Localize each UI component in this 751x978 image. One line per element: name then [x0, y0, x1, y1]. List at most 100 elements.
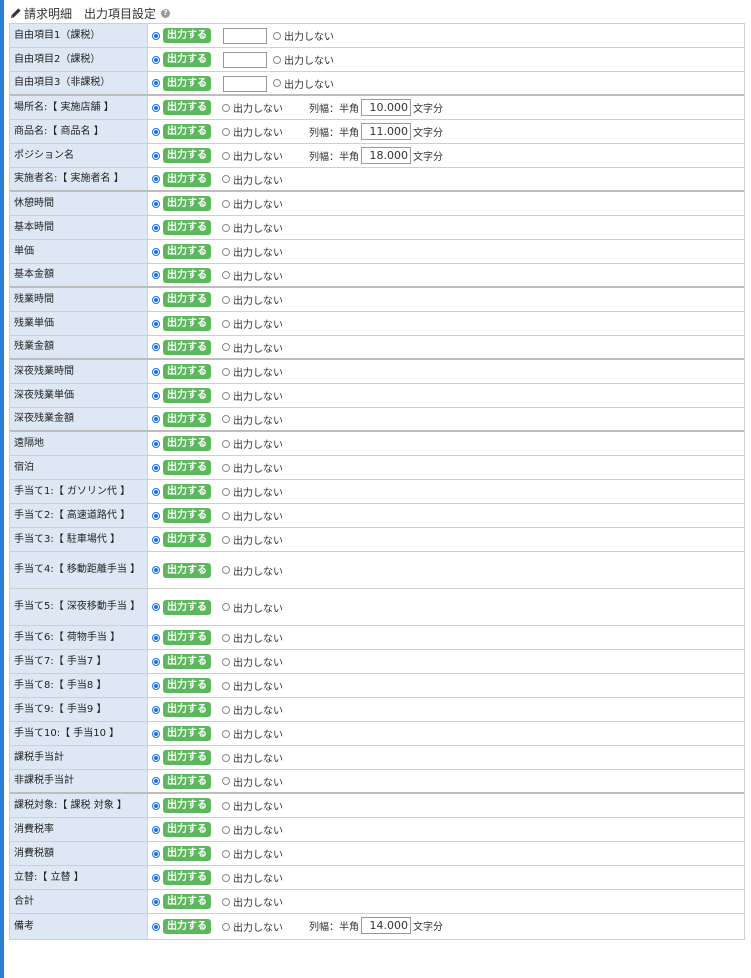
free-item-name-input[interactable] [223, 52, 267, 68]
radio-unselected-icon[interactable] [222, 295, 230, 304]
output-on-option[interactable]: 出力する [152, 726, 211, 741]
radio-unselected-icon[interactable] [222, 223, 230, 232]
output-on-option[interactable]: 出力する [152, 532, 211, 547]
radio-selected-icon[interactable] [152, 271, 160, 279]
radio-selected-icon[interactable] [152, 603, 160, 611]
help-icon[interactable]: ? [161, 8, 171, 18]
output-on-option[interactable]: 出力する [152, 484, 211, 499]
radio-unselected-icon[interactable] [222, 463, 230, 472]
output-on-badge[interactable]: 出力する [163, 364, 211, 379]
radio-selected-icon[interactable] [152, 566, 160, 574]
output-on-option[interactable]: 出力する [152, 460, 211, 475]
output-on-option[interactable]: 出力する [152, 148, 211, 163]
output-on-badge[interactable]: 出力する [163, 630, 211, 645]
radio-selected-icon[interactable] [152, 199, 160, 208]
output-on-badge[interactable]: 出力する [163, 508, 211, 523]
radio-unselected-icon[interactable] [222, 367, 230, 376]
output-on-option[interactable]: 出力する [152, 220, 211, 235]
radio-unselected-icon[interactable] [222, 535, 230, 544]
output-off-option[interactable]: 出力しない [222, 654, 283, 669]
output-on-badge[interactable]: 出力する [163, 678, 211, 693]
output-off-option[interactable]: 出力しない [222, 532, 283, 547]
radio-unselected-icon[interactable] [222, 801, 230, 810]
radio-selected-icon[interactable] [152, 753, 160, 762]
output-on-option[interactable]: 出力する [152, 388, 211, 403]
output-on-option[interactable]: 出力する [152, 75, 211, 91]
radio-selected-icon[interactable] [152, 511, 160, 520]
radio-selected-icon[interactable] [152, 367, 160, 376]
radio-unselected-icon[interactable] [222, 729, 230, 738]
radio-selected-icon[interactable] [152, 79, 160, 87]
output-on-badge[interactable]: 出力する [163, 599, 211, 615]
output-on-option[interactable]: 出力する [152, 292, 211, 307]
radio-selected-icon[interactable] [152, 415, 160, 423]
output-on-badge[interactable]: 出力する [163, 292, 211, 307]
output-on-badge[interactable]: 出力する [163, 171, 211, 187]
output-on-badge[interactable]: 出力する [163, 460, 211, 475]
output-off-option[interactable]: 出力しない [222, 822, 283, 837]
output-off-option[interactable]: 出力しない [273, 52, 334, 67]
output-on-badge[interactable]: 出力する [163, 726, 211, 741]
output-on-badge[interactable]: 出力する [163, 316, 211, 331]
output-on-option[interactable]: 出力する [152, 124, 211, 139]
radio-unselected-icon[interactable] [222, 873, 230, 882]
output-off-option[interactable]: 出力しない [222, 774, 283, 789]
radio-selected-icon[interactable] [152, 31, 160, 40]
output-on-option[interactable]: 出力する [152, 678, 211, 693]
radio-unselected-icon[interactable] [273, 55, 281, 64]
column-width-input[interactable]: 18.000 [361, 147, 411, 164]
radio-unselected-icon[interactable] [222, 415, 230, 423]
output-off-option[interactable]: 出力しない [222, 919, 283, 934]
output-on-option[interactable]: 出力する [152, 28, 211, 43]
output-on-badge[interactable]: 出力する [163, 532, 211, 547]
output-off-option[interactable]: 出力しない [222, 316, 283, 331]
radio-unselected-icon[interactable] [222, 511, 230, 520]
output-on-badge[interactable]: 出力する [163, 411, 211, 427]
output-on-badge[interactable]: 出力する [163, 100, 211, 115]
output-on-option[interactable]: 出力する [152, 894, 211, 909]
radio-selected-icon[interactable] [152, 127, 160, 136]
radio-selected-icon[interactable] [152, 439, 160, 448]
output-on-badge[interactable]: 出力する [163, 220, 211, 235]
output-on-option[interactable]: 出力する [152, 171, 211, 187]
output-off-option[interactable]: 出力しない [222, 172, 283, 187]
radio-selected-icon[interactable] [152, 535, 160, 544]
output-off-option[interactable]: 出力しない [222, 292, 283, 307]
output-on-badge[interactable]: 出力する [163, 388, 211, 403]
radio-unselected-icon[interactable] [222, 657, 230, 666]
radio-unselected-icon[interactable] [222, 753, 230, 762]
output-on-option[interactable]: 出力する [152, 599, 211, 615]
output-on-badge[interactable]: 出力する [163, 244, 211, 259]
output-on-option[interactable]: 出力する [152, 267, 211, 283]
radio-selected-icon[interactable] [152, 103, 160, 112]
output-on-badge[interactable]: 出力する [163, 870, 211, 885]
radio-unselected-icon[interactable] [222, 705, 230, 714]
radio-unselected-icon[interactable] [222, 343, 230, 351]
output-on-badge[interactable]: 出力する [163, 267, 211, 283]
column-width-input[interactable]: 11.000 [361, 123, 411, 140]
output-off-option[interactable]: 出力しない [222, 726, 283, 741]
radio-unselected-icon[interactable] [222, 199, 230, 208]
output-off-option[interactable]: 出力しない [222, 846, 283, 861]
output-on-badge[interactable]: 出力する [163, 148, 211, 163]
output-on-option[interactable]: 出力する [152, 798, 211, 813]
radio-selected-icon[interactable] [152, 801, 160, 810]
output-off-option[interactable]: 出力しない [222, 364, 283, 379]
output-off-option[interactable]: 出力しない [222, 678, 283, 693]
radio-unselected-icon[interactable] [222, 439, 230, 448]
output-on-badge[interactable]: 出力する [163, 28, 211, 43]
output-on-option[interactable]: 出力する [152, 244, 211, 259]
output-on-option[interactable]: 出力する [152, 411, 211, 427]
radio-selected-icon[interactable] [152, 897, 160, 906]
output-on-badge[interactable]: 出力する [163, 562, 211, 578]
output-on-badge[interactable]: 出力する [163, 798, 211, 813]
radio-unselected-icon[interactable] [222, 825, 230, 834]
radio-selected-icon[interactable] [152, 223, 160, 232]
output-on-badge[interactable]: 出力する [163, 750, 211, 765]
radio-unselected-icon[interactable] [222, 849, 230, 858]
radio-unselected-icon[interactable] [222, 566, 230, 574]
output-on-badge[interactable]: 出力する [163, 894, 211, 909]
radio-unselected-icon[interactable] [222, 603, 230, 611]
output-off-option[interactable]: 出力しない [222, 630, 283, 645]
output-off-option[interactable]: 出力しない [222, 340, 283, 355]
